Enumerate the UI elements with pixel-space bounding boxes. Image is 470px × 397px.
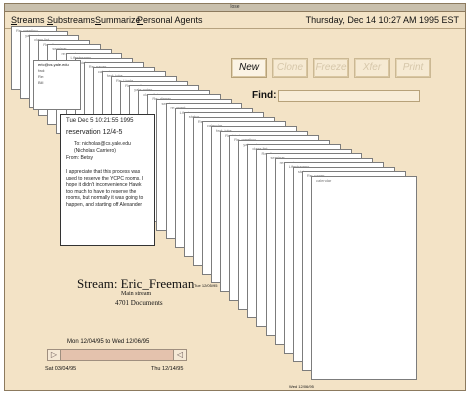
freeze-button[interactable]: Freeze [313,58,349,78]
menu-bar: Streams Substreams Summarize Personal Ag… [5,12,465,29]
lifestreams-window: lose Streams Substreams Summarize Person… [4,3,466,391]
new-button[interactable]: New [231,58,267,78]
time-slider-start: Sat 03/04/95 [45,366,77,372]
doc-date: Tue Dec 5 10:21:55 1995 [66,118,134,124]
doc-from: From: Betsy [66,155,93,161]
stream-substream: Main stream [121,291,152,297]
menu-summarize[interactable]: Summarize [95,12,141,28]
stack-date-end: Wed 12/06/95 [289,384,314,389]
stack-top-document[interactable]: eric@cs.yale.edu fwd: Re: Bill [33,60,81,110]
title-bar: lose [5,4,465,12]
stream-document-count: 4701 Documents [115,299,163,307]
stack-document-line: calendar [316,178,332,183]
doc-body: I appreciate that this process was used … [66,169,144,208]
slider-right-handle[interactable]: ◁ [173,350,186,360]
stack-top-document-line: Bill [38,80,44,85]
clock: Thursday, Dec 14 10:27 AM 1995 EST [305,15,459,25]
print-button[interactable]: Print [395,58,431,78]
stack-date-middle: Tue 12/05/95 [194,283,218,288]
time-slider-end: Thu 12/14/95 [151,366,184,372]
time-slider[interactable]: ▷ ◁ [47,349,187,361]
slider-left-handle[interactable]: ▷ [48,350,61,360]
doc-subject: reservation 12/4-5 [66,129,123,136]
selected-document-preview[interactable]: Tue Dec 5 10:21:55 1995 reservation 12/4… [60,114,155,246]
menu-personal-agents[interactable]: Personal Agents [137,12,203,28]
doc-to: To: nicholas@cs.yale.edu (Nicholas Carri… [74,141,131,154]
find-input[interactable] [278,90,420,102]
find-label: Find: [252,90,277,101]
stream-name: Stream: Eric_Freeman [77,276,195,291]
xfer-button[interactable]: Xfer [354,58,390,78]
time-range-label: Mon 12/04/95 to Wed 12/06/95 [67,339,150,345]
clone-button[interactable]: Clone [272,58,308,78]
stack-document[interactable]: calendar [311,176,417,380]
